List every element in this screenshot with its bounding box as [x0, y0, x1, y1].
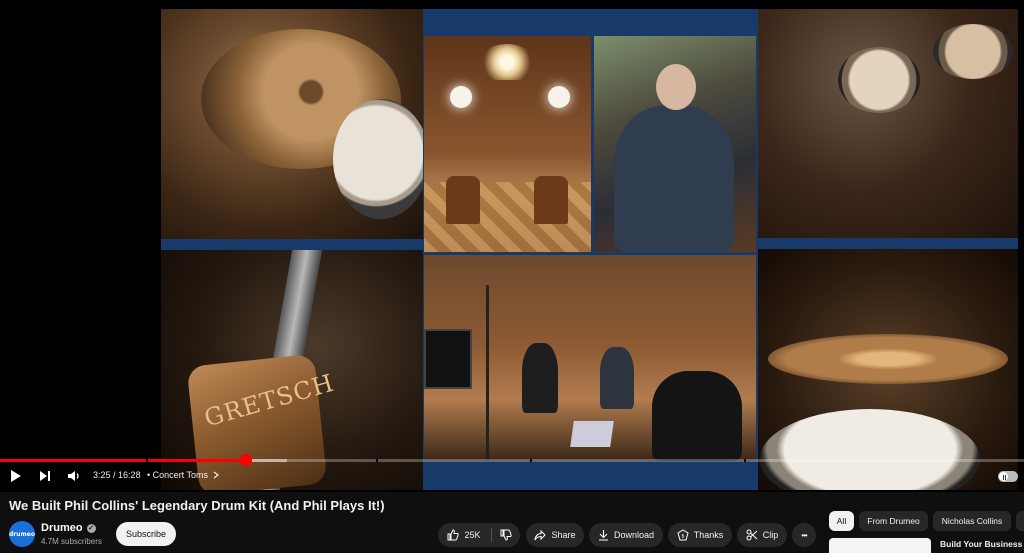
drum-shape: [933, 24, 1013, 79]
armchair: [446, 176, 480, 224]
autoplay-toggle[interactable]: [998, 471, 1018, 482]
download-icon: [598, 530, 608, 541]
share-button[interactable]: Share: [526, 523, 584, 547]
video-player[interactable]: GRETSCH 3:25 / 16:28 • Concert Toms: [0, 0, 1024, 492]
subscriber-count: 4.7M subscribers: [41, 537, 102, 546]
share-icon: [534, 529, 547, 540]
thanks-icon: $: [677, 529, 689, 541]
chip-from-drumeo[interactable]: From Drumeo: [859, 511, 928, 531]
person-figure: [600, 347, 634, 409]
next-button[interactable]: [37, 468, 53, 484]
chevron-right-icon: [213, 471, 219, 479]
collage-panel-toms: [758, 9, 1018, 238]
more-actions-button[interactable]: •••: [792, 523, 816, 547]
person-face: [656, 64, 696, 110]
time-current: 3:25: [93, 470, 111, 480]
pause-icon: [1003, 475, 1004, 480]
youtube-watch-page: GRETSCH 3:25 / 16:28 • Concert Toms We B…: [0, 0, 1024, 553]
laptop: [570, 421, 614, 447]
light-stand: [486, 285, 489, 461]
autoplay-knob: [999, 472, 1008, 481]
studio-lamp: [548, 86, 570, 108]
volume-button[interactable]: [65, 468, 81, 484]
video-title: We Built Phil Collins' Legendary Drum Ki…: [9, 498, 385, 513]
recommendation-thumbnail[interactable]: [829, 538, 931, 553]
time-separator: /: [110, 470, 119, 480]
avatar-text: drumeo: [9, 530, 35, 538]
subscribe-button[interactable]: Subscribe: [116, 522, 176, 546]
scissors-icon: [746, 529, 758, 541]
chapter-title[interactable]: • Concert Toms: [147, 470, 219, 480]
volume-icon: [67, 471, 79, 481]
time-display: 3:25 / 16:28: [93, 470, 141, 480]
chapter-bullet: •: [147, 470, 151, 480]
share-label: Share: [551, 530, 576, 540]
chapter-marker: [376, 459, 378, 462]
channel-name: Drumeo: [41, 522, 83, 534]
dislike-button[interactable]: [492, 523, 520, 547]
collage-panel-room: [424, 36, 591, 252]
like-dislike-group: 25K: [438, 523, 520, 547]
verified-icon: ✓: [86, 523, 96, 533]
svg-text:$: $: [681, 534, 684, 540]
progress-played: [0, 459, 246, 462]
clip-label: Clip: [762, 530, 779, 540]
thanks-label: Thanks: [693, 530, 724, 540]
drum-shape: [838, 47, 920, 113]
thumbs-up-icon: [447, 529, 460, 541]
play-icon: [11, 470, 21, 482]
progress-bar[interactable]: [0, 454, 1024, 466]
recommendation-title[interactable]: Build Your Business w: [940, 539, 1024, 549]
chapter-marker: [146, 459, 148, 462]
collage-panel-interview-setup: [424, 255, 756, 461]
studio-lamp: [450, 86, 472, 108]
thumbs-down-icon: [500, 529, 512, 541]
skip-next-icon: [40, 471, 50, 481]
cymbal-shape: [768, 334, 1008, 384]
collage-panel-gretsch-badge: GRETSCH: [161, 250, 423, 490]
channel-row: drumeo Drumeo ✓ 4.7M subscribers Subscrib…: [9, 521, 429, 547]
chapter-marker: [530, 459, 532, 462]
gretsch-badge-text: GRETSCH: [201, 368, 338, 433]
channel-avatar[interactable]: drumeo: [9, 521, 35, 547]
chip-nicholas-collins[interactable]: Nicholas Collins: [933, 511, 1011, 531]
person-figure: [522, 343, 558, 413]
person-figure: [652, 371, 742, 461]
player-controls: 3:25 / 16:28 • Concert Toms: [0, 464, 1024, 490]
chip-more[interactable]: [1016, 511, 1024, 531]
download-label: Download: [613, 530, 655, 540]
channel-name-link[interactable]: Drumeo ✓: [41, 522, 96, 534]
studio-monitor: [424, 329, 472, 389]
clip-button[interactable]: Clip: [737, 523, 787, 547]
chandelier: [479, 44, 535, 80]
more-icon: •••: [801, 530, 807, 540]
collage-panel-interviewee: [594, 36, 756, 252]
download-button[interactable]: Download: [589, 523, 663, 547]
armchair: [534, 176, 568, 224]
thanks-button[interactable]: $ Thanks: [668, 523, 732, 547]
collage-panel-cymbal: [161, 9, 423, 239]
chip-all[interactable]: All: [829, 511, 854, 531]
play-button[interactable]: [8, 468, 24, 484]
chapter-marker: [744, 459, 746, 462]
drum-shape: [333, 99, 423, 219]
video-frame[interactable]: GRETSCH: [161, 9, 1018, 490]
person-figure: [614, 106, 734, 252]
like-button[interactable]: 25K: [438, 523, 490, 547]
time-total: 16:28: [118, 470, 141, 480]
collage-panel-snare: [758, 249, 1018, 490]
chapter-label: Concert Toms: [152, 470, 209, 480]
like-count: 25K: [464, 530, 481, 540]
